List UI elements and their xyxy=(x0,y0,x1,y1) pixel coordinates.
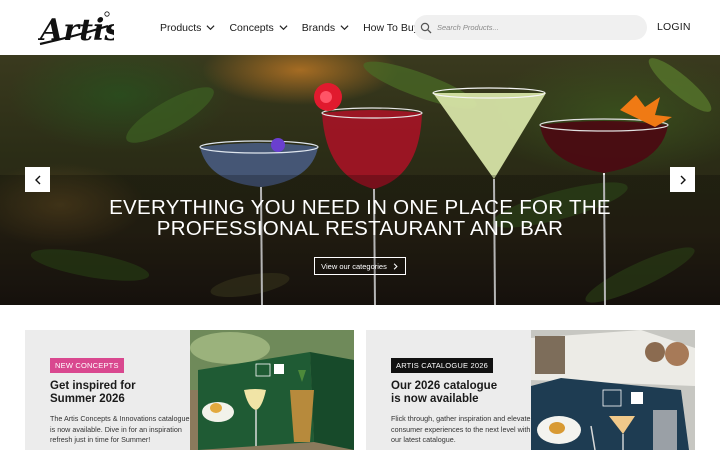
promo-card-title-line1: Get inspired for xyxy=(50,380,136,392)
nav-how-to-buy-label: How To Buy xyxy=(363,21,419,34)
promo-card-title-line1: Our 2026 catalogue xyxy=(391,380,498,392)
view-categories-label: View our categories xyxy=(321,261,387,271)
hero-title-line2: PROFESSIONAL RESTAURANT AND BAR xyxy=(156,217,564,240)
site-header: Artis Products Concepts Brands How To Bu… xyxy=(0,0,720,55)
concepts-catalogue-image xyxy=(190,330,354,450)
login-link[interactable]: LOGIN xyxy=(657,21,691,33)
chevron-left-icon xyxy=(34,175,40,184)
nav-concepts[interactable]: Concepts xyxy=(229,21,288,34)
promo-card-title: Get inspired for Summer 2026 xyxy=(50,380,190,406)
promo-card-title-line2: Summer 2026 xyxy=(50,393,125,405)
nav-brands[interactable]: Brands xyxy=(302,22,349,34)
view-categories-button[interactable]: View our categories xyxy=(314,257,406,275)
promo-card-concepts[interactable]: NEW CONCEPTS Get inspired for Summer 202… xyxy=(25,330,354,450)
promo-card-body: Flick through, gather inspiration and el… xyxy=(391,414,531,444)
promo-card-catalogue[interactable]: ARTIS CATALOGUE 2026 Our 2026 catalogue … xyxy=(366,330,695,450)
search-icon[interactable] xyxy=(420,22,432,34)
nav-products-label: Products xyxy=(160,21,202,34)
chevron-down-icon xyxy=(340,25,349,31)
search-bar[interactable] xyxy=(414,15,647,40)
catalogue-2026-image xyxy=(531,330,695,450)
nav-products[interactable]: Products xyxy=(160,22,215,34)
promo-card-text: ARTIS CATALOGUE 2026 Our 2026 catalogue … xyxy=(391,355,531,446)
main-nav: Products Concepts Brands How To Buy xyxy=(160,0,433,55)
nav-brands-label: Brands xyxy=(301,21,336,34)
artis-logo[interactable]: Artis xyxy=(37,8,121,48)
promo-card-title: Our 2026 catalogue is now available xyxy=(391,380,531,406)
chevron-down-icon xyxy=(279,25,288,31)
nav-concepts-label: Concepts xyxy=(229,21,274,34)
hero-banner: EVERYTHING YOU NEED IN ONE PLACE FOR THE… xyxy=(0,55,720,305)
promo-card-body: The Artis Concepts & Innovations catalog… xyxy=(50,414,190,444)
promo-card-text: NEW CONCEPTS Get inspired for Summer 202… xyxy=(50,355,190,446)
search-input[interactable] xyxy=(437,23,637,32)
promo-card-title-line2: is now available xyxy=(391,393,479,405)
carousel-next-button[interactable] xyxy=(670,167,695,192)
hero-title: EVERYTHING YOU NEED IN ONE PLACE FOR THE… xyxy=(0,197,720,239)
nav-how-to-buy[interactable]: How To Buy xyxy=(363,22,419,34)
chevron-down-icon xyxy=(206,25,215,31)
chevron-right-icon xyxy=(393,262,398,270)
catalogue-2026-tag: ARTIS CATALOGUE 2026 xyxy=(391,358,493,373)
new-concepts-tag: NEW CONCEPTS xyxy=(50,358,124,373)
carousel-prev-button[interactable] xyxy=(25,167,50,192)
hero-title-line1: EVERYTHING YOU NEED IN ONE PLACE FOR THE xyxy=(109,196,611,219)
chevron-right-icon xyxy=(680,175,686,184)
